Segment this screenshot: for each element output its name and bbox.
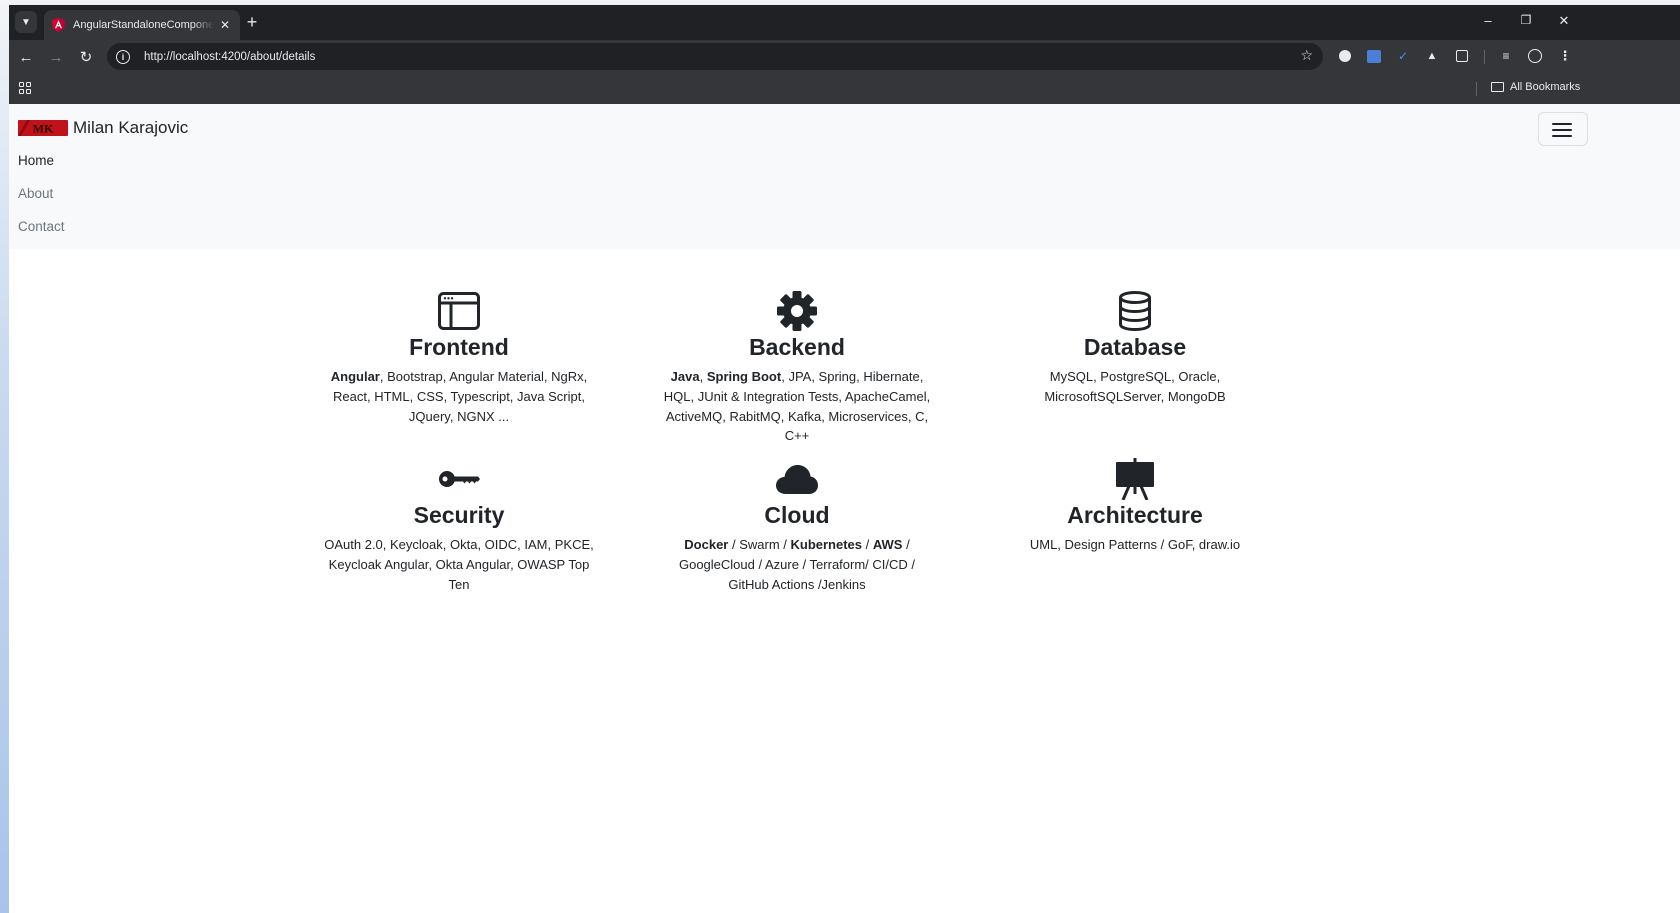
tab-search-button[interactable]: ▼ [15,11,37,33]
skill-text-run: MySQL, PostgreSQL, Oracle, MicrosoftSQLS… [1044,369,1226,404]
extension-circle-icon[interactable] [1337,48,1353,64]
brand-logo-icon: MK [18,120,68,136]
easel-icon [1116,458,1154,500]
reload-button[interactable]: ↻ [75,46,97,68]
reading-list-icon[interactable]: ≡ [1498,48,1514,64]
skill-title: Backend [749,334,845,360]
browser-toolbar: ← → ↻ i http://localhost:4200/about/deta… [9,40,1680,73]
apps-grid-icon[interactable] [19,82,31,94]
hamburger-line [1552,123,1572,125]
all-bookmarks-label: All Bookmarks [1510,81,1581,93]
checkmark-extension-icon[interactable]: ✓ [1395,48,1411,64]
angular-devtools-icon[interactable]: ▲ [1424,48,1440,64]
minimize-icon[interactable]: – [1478,13,1498,28]
skill-title: Cloud [764,502,830,528]
skill-card-database: Database MySQL, PostgreSQL, Oracle, Micr… [1000,290,1270,407]
skill-card-backend: Backend Java, Spring Boot, JPA, Spring, … [662,290,932,446]
skill-highlight: Angular [330,369,380,384]
hamburger-line [1552,135,1572,137]
all-bookmarks-button[interactable]: All Bookmarks [1491,81,1580,93]
cloud-icon [776,465,818,494]
brand-logo-text: MK [33,122,54,136]
skill-description: Docker / Swarm / Kubernetes / AWS / Goog… [662,535,932,594]
restore-icon[interactable]: ❐ [1516,13,1536,27]
skill-card-architecture: Architecture UML, Design Patterns / GoF,… [1000,458,1270,555]
skill-description: Angular, Bootstrap, Angular Material, Ng… [324,367,594,426]
site-navbar: MK Milan Karajovic Home About Contact [9,104,1680,249]
tab-active[interactable]: AngularStandaloneComponents ✕ [44,10,240,40]
navbar-toggler-button[interactable] [1538,112,1588,146]
skill-highlight: Docker [684,537,729,552]
nav-link-home[interactable]: Home [18,153,54,168]
skill-text-run: UML, Design Patterns / GoF, draw.io [1029,537,1241,552]
skill-title: Frontend [409,334,509,360]
skill-card-security: Security OAuth 2.0, Keycloak, Okta, OIDC… [324,458,594,594]
gear-icon [777,291,817,331]
url-text[interactable]: http://localhost:4200/about/details [144,51,315,63]
bookmark-star-icon[interactable]: ☆ [1300,47,1313,64]
folder-icon [1491,82,1504,92]
skill-title: Database [1083,334,1187,360]
site-info-icon[interactable]: i [116,49,130,64]
angular-favicon-icon [52,18,65,32]
key-icon [439,471,480,487]
skill-text-run: , [699,369,707,384]
profile-icon[interactable] [1527,48,1543,64]
skill-text-run: OAuth 2.0, Keycloak, Okta, OIDC, IAM, PK… [324,537,594,592]
address-bar[interactable]: i http://localhost:4200/about/details ☆ [107,43,1323,70]
arrow-left-icon: ← [18,48,34,66]
hamburger-line [1552,129,1572,131]
tab-title: AngularStandaloneComponents [73,19,214,31]
skill-title: Security [413,502,505,528]
skill-description: Java, Spring Boot, JPA, Spring, Hibernat… [662,367,932,446]
bookmarks-separator [1476,82,1477,96]
brand[interactable]: MK Milan Karajovic [18,118,188,138]
skill-text-run: / [862,537,873,552]
nav-link-contact[interactable]: Contact [18,219,65,234]
tab-strip: ▼ AngularStandaloneComponents ✕ + – ❐ ✕ [9,5,1680,40]
skill-highlight: AWS [872,537,903,552]
skill-highlight: Java [670,369,700,384]
skill-text-run: / Swarm / [728,537,791,552]
arrow-right-icon: → [48,48,64,66]
brand-name: Milan Karajovic [73,118,189,137]
chevron-down-icon: ▼ [21,16,31,28]
skill-description: UML, Design Patterns / GoF, draw.io [1000,535,1270,555]
back-button[interactable]: ← [15,46,37,68]
skill-card-cloud: Cloud Docker / Swarm / Kubernetes / AWS … [662,458,932,594]
forward-button[interactable]: → [45,46,67,68]
new-tab-button[interactable]: + [241,12,263,34]
skill-highlight: Kubernetes [790,537,863,552]
toolbar-separator [1484,50,1485,64]
bookmarks-bar: All Bookmarks [9,73,1680,104]
close-tab-icon[interactable]: ✕ [218,18,232,32]
skill-highlight: Spring Boot [706,369,782,384]
close-window-icon[interactable]: ✕ [1554,13,1574,29]
translate-extension-icon[interactable] [1366,48,1382,64]
database-icon [1119,291,1151,331]
skill-card-frontend: Frontend Angular, Bootstrap, Angular Mat… [324,290,594,426]
window-icon [438,292,480,330]
browser-window: ▼ AngularStandaloneComponents ✕ + – ❐ ✕ … [9,5,1680,913]
skill-title: Architecture [1067,502,1203,528]
extensions-puzzle-icon[interactable] [1454,48,1470,64]
reload-icon: ↻ [79,49,93,66]
nav-link-about[interactable]: About [18,186,53,201]
browser-menu-icon[interactable]: ⋮ [1557,48,1573,64]
skill-description: MySQL, PostgreSQL, Oracle, MicrosoftSQLS… [1000,367,1270,407]
skill-description: OAuth 2.0, Keycloak, Okta, OIDC, IAM, PK… [324,535,594,594]
page-content: MK Milan Karajovic Home About Contact Fr… [9,104,1680,913]
desktop-background [0,0,9,913]
